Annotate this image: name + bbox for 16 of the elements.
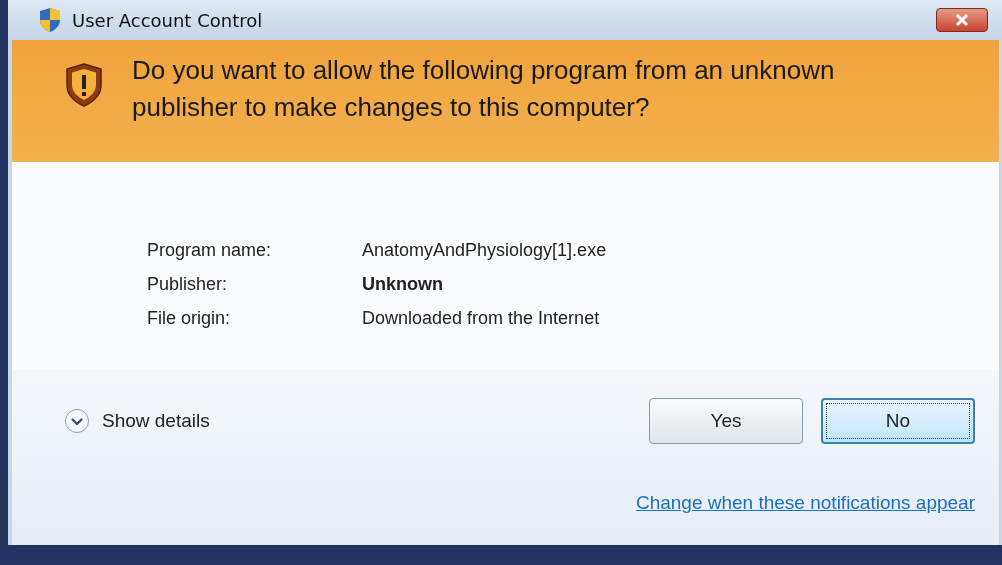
detail-value: Unknown <box>362 273 444 296</box>
prompt-heading: Do you want to allow the following program from an unknown publisher to make changes to this computer? <box>132 54 836 124</box>
detail-value: Downloaded from the Internet <box>362 307 601 330</box>
close-button[interactable] <box>936 8 988 32</box>
detail-label: Program name: <box>147 239 273 262</box>
warning-shield-icon <box>64 62 104 108</box>
show-details-toggle[interactable]: Show details <box>64 408 210 434</box>
detail-label: File origin: <box>147 307 232 330</box>
notification-settings-link[interactable]: Change when these notifications appear <box>635 492 975 514</box>
window-title: User Account Control <box>72 9 264 31</box>
close-icon <box>954 13 970 27</box>
dialog-button[interactable]: No <box>821 398 975 444</box>
dialog-button[interactable]: Yes <box>649 398 803 444</box>
detail-label: Publisher: <box>147 273 229 296</box>
shield-icon <box>38 7 62 33</box>
detail-value: AnatomyAndPhysiology[1].exe <box>362 239 608 262</box>
